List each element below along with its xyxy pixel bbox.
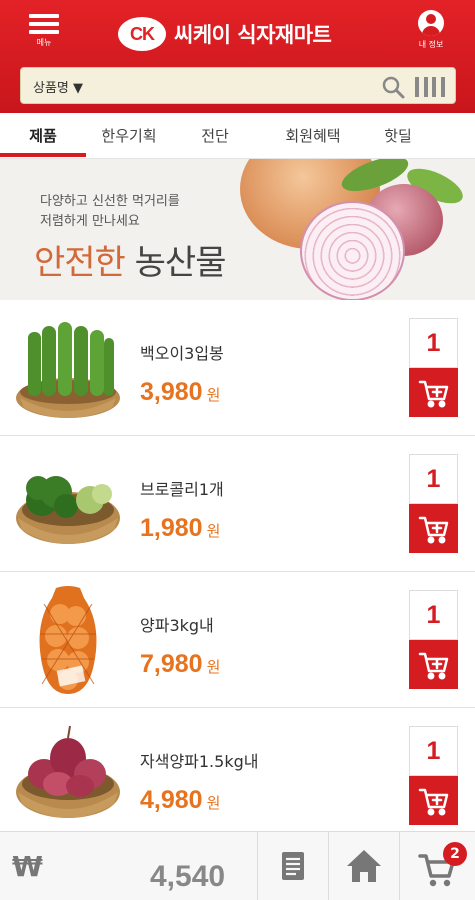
cart-icon <box>418 380 449 408</box>
tab-hotdeal[interactable]: 핫딜 <box>368 113 428 159</box>
cart-button[interactable]: 2 <box>399 832 475 900</box>
tab-flyer[interactable]: 전단 <box>172 113 258 159</box>
product-name: 양파3kg내 <box>140 616 214 635</box>
product-price: 7,980 원 <box>140 650 220 679</box>
cart-icon <box>418 788 449 816</box>
banner-subtitle-line1: 다양하고 신선한 먹거리를 <box>40 194 180 209</box>
product-price: 1,980 원 <box>140 514 220 543</box>
price-value: 4,980 <box>140 786 203 814</box>
user-icon <box>418 10 444 36</box>
price-value: 1,980 <box>140 514 203 542</box>
product-item[interactable]: 백오이3입봉 3,980 원 1 <box>0 300 475 436</box>
hamburger-icon <box>22 14 66 34</box>
product-name: 자색양파1.5kg내 <box>140 752 259 771</box>
active-tab-indicator <box>0 153 86 157</box>
price-unit: 원 <box>206 795 221 812</box>
quantity-field[interactable]: 1 <box>409 590 458 640</box>
banner-highlight: 안전한 <box>34 243 126 283</box>
tab-hanwoo[interactable]: 한우기획 <box>86 113 172 159</box>
cart-icon <box>418 854 455 887</box>
cart-total: 4,540 <box>150 860 226 893</box>
add-to-cart-button[interactable] <box>409 776 458 825</box>
banner-main-text: 농산물 <box>124 243 227 283</box>
product-name: 브로콜리1개 <box>140 480 224 499</box>
price-unit: 원 <box>206 387 221 404</box>
product-price: 3,980 원 <box>140 378 220 407</box>
cart-icon <box>418 516 449 544</box>
menu-button[interactable]: 메뉴 <box>22 10 66 50</box>
tab-member-benefits[interactable]: 회원혜택 <box>258 113 368 159</box>
currency-symbol: ₩ <box>12 850 43 883</box>
quantity-field[interactable]: 1 <box>409 726 458 776</box>
barcode-scan-icon[interactable] <box>415 77 445 97</box>
my-info-button[interactable]: 내 정보 <box>409 10 453 50</box>
search-icon[interactable] <box>381 75 405 99</box>
cart-icon <box>418 652 449 680</box>
price-value: 7,980 <box>140 650 203 678</box>
price-unit: 원 <box>206 659 221 676</box>
home-button[interactable] <box>328 832 399 900</box>
red-onion-image <box>16 725 120 818</box>
onion-bag-image <box>39 586 97 694</box>
search-bar[interactable]: 상품명 ▼ <box>20 67 456 104</box>
quantity-field[interactable]: 1 <box>409 454 458 504</box>
app-root: 메뉴 CK 씨케이 식자재마트 내 정보 상품명 ▼ 제품 한우기획 전단 회원… <box>0 0 475 900</box>
order-list-button[interactable] <box>257 832 328 900</box>
price-value: 3,980 <box>140 378 203 406</box>
add-to-cart-button[interactable] <box>409 368 458 417</box>
product-price: 4,980 원 <box>140 786 220 815</box>
product-item[interactable]: 자색양파1.5kg내 4,980 원 1 <box>0 708 475 844</box>
search-type-select[interactable]: 상품명 ▼ <box>33 77 83 96</box>
cart-count-badge: 2 <box>443 842 467 866</box>
store-title: 씨케이 식자재마트 <box>174 23 332 47</box>
broccoli-image <box>16 476 120 544</box>
quantity-field[interactable]: 1 <box>409 318 458 368</box>
product-item[interactable]: 브로콜리1개 1,980 원 1 <box>0 436 475 572</box>
promo-banner[interactable]: 다양하고 신선한 먹거리를 저렴하게 만나세요 안전한 농산물 <box>0 159 475 300</box>
cut-onion-image <box>300 201 405 300</box>
product-item[interactable]: 양파3kg내 7,980 원 1 <box>0 572 475 708</box>
store-logo[interactable]: CK 씨케이 식자재마트 <box>118 14 332 54</box>
home-icon <box>347 850 381 882</box>
add-to-cart-button[interactable] <box>409 640 458 689</box>
add-to-cart-button[interactable] <box>409 504 458 553</box>
cucumber-image <box>16 322 120 418</box>
receipt-icon <box>282 852 304 880</box>
app-header: 메뉴 CK 씨케이 식자재마트 내 정보 상품명 ▼ <box>0 0 475 113</box>
product-name: 백오이3입봉 <box>140 344 224 363</box>
banner-subtitle-line2: 저렴하게 만나세요 <box>40 214 140 229</box>
my-info-label: 내 정보 <box>418 40 444 49</box>
banner-headline: 안전한 농산물 <box>34 235 226 284</box>
logo-badge: CK <box>118 17 166 51</box>
bottom-bar: ₩ 4,540 2 <box>0 831 475 900</box>
price-unit: 원 <box>206 523 221 540</box>
menu-label: 메뉴 <box>36 38 52 47</box>
